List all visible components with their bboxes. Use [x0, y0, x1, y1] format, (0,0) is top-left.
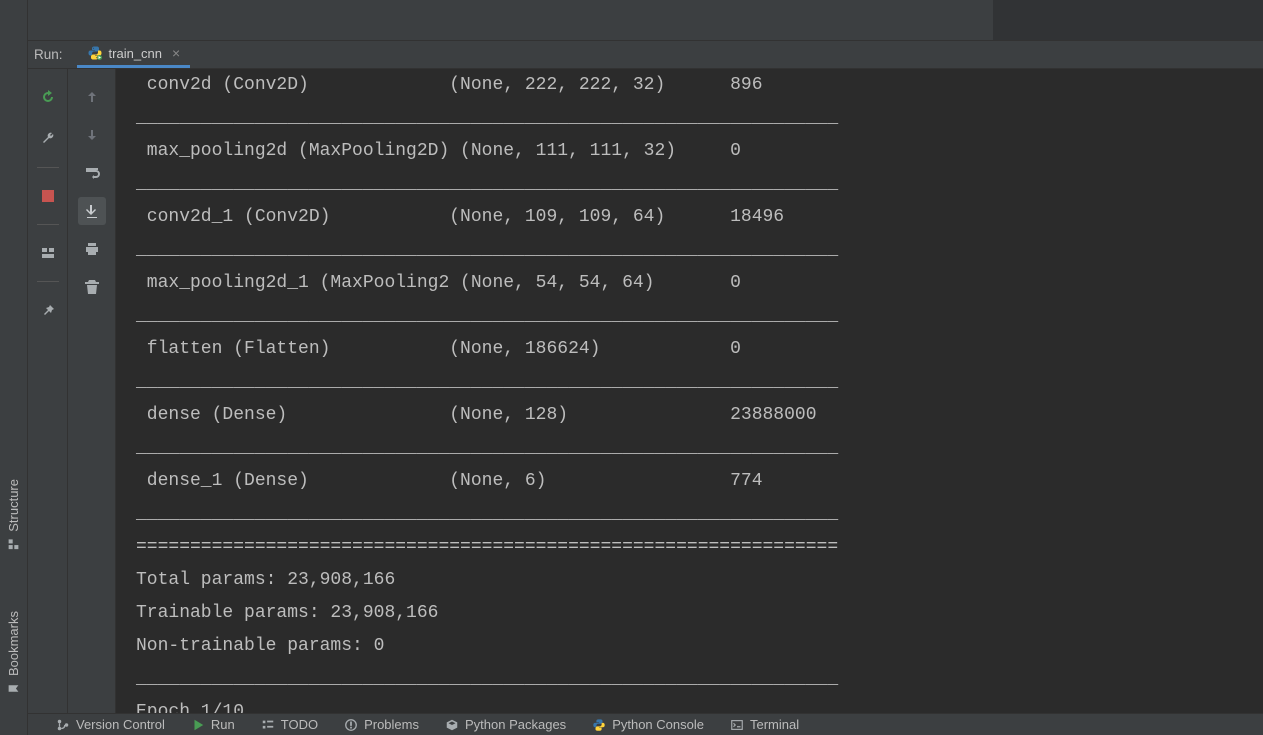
todo-icon [261, 718, 275, 732]
python-icon [87, 45, 103, 61]
stop-button[interactable] [34, 182, 62, 210]
tool-window-tab-structure[interactable]: Structure [6, 479, 21, 551]
play-icon [191, 718, 205, 732]
console-output[interactable]: conv2d (Conv2D) (None, 222, 222, 32) 896… [116, 69, 1263, 713]
layout-button[interactable] [34, 239, 62, 267]
close-icon[interactable]: × [172, 45, 180, 61]
version-control-label: Version Control [76, 717, 165, 732]
tool-window-tab-bookmarks[interactable]: Bookmarks [6, 611, 21, 695]
tab-todo[interactable]: TODO [261, 717, 318, 732]
run-toolbar-right [68, 69, 116, 713]
pin-button[interactable] [34, 296, 62, 324]
tab-terminal[interactable]: Terminal [730, 717, 799, 732]
python-console-label: Python Console [612, 717, 704, 732]
wrench-button[interactable] [34, 125, 62, 153]
soft-wrap-button[interactable] [78, 159, 106, 187]
bottom-stripe: Version Control Run TODO Problems Python… [28, 713, 1263, 735]
tab-python-packages[interactable]: Python Packages [445, 717, 566, 732]
run-label-bottom: Run [211, 717, 235, 732]
bookmarks-label: Bookmarks [6, 611, 21, 676]
toolbar-separator [37, 167, 59, 168]
toolbar-separator [37, 281, 59, 282]
rerun-button[interactable] [34, 83, 62, 111]
problems-label: Problems [364, 717, 419, 732]
run-tab-train-cnn[interactable]: train_cnn × [77, 41, 191, 68]
terminal-icon [730, 718, 744, 732]
todo-label: TODO [281, 717, 318, 732]
scroll-to-end-button[interactable] [78, 197, 106, 225]
run-tab-label: train_cnn [109, 46, 162, 61]
tab-version-control[interactable]: Version Control [56, 717, 165, 732]
vcs-icon [56, 718, 70, 732]
package-icon [445, 718, 459, 732]
tab-run[interactable]: Run [191, 717, 235, 732]
down-button[interactable] [78, 121, 106, 149]
up-button[interactable] [78, 83, 106, 111]
python-packages-label: Python Packages [465, 717, 566, 732]
structure-label: Structure [6, 479, 21, 532]
toolbar-separator [37, 224, 59, 225]
terminal-label: Terminal [750, 717, 799, 732]
tab-python-console[interactable]: Python Console [592, 717, 704, 732]
problems-icon [344, 718, 358, 732]
run-label: Run: [34, 47, 63, 62]
print-button[interactable] [78, 235, 106, 263]
clear-all-button[interactable] [78, 273, 106, 301]
run-toolbar-left [28, 69, 68, 713]
tab-problems[interactable]: Problems [344, 717, 419, 732]
run-tool-window-header: Run: train_cnn × [28, 41, 1263, 69]
left-stripe: Structure Bookmarks [0, 0, 28, 735]
python-icon [592, 718, 606, 732]
editor-blank-area [0, 0, 1263, 41]
